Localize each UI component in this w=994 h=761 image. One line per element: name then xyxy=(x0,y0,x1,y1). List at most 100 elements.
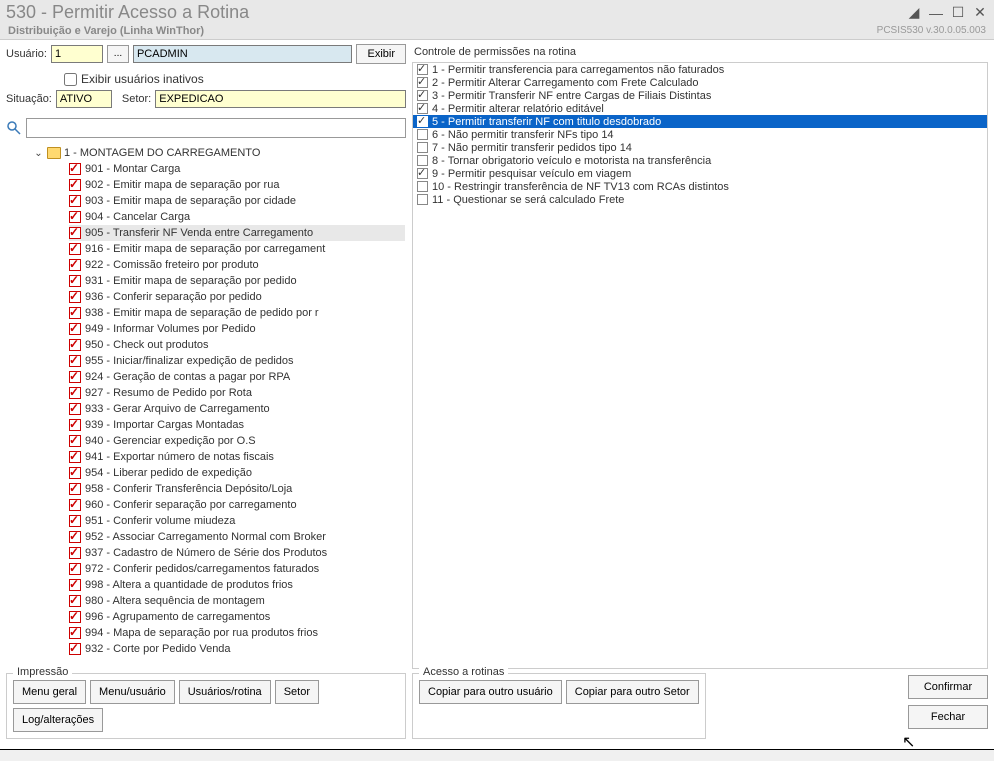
routine-tree[interactable]: ⌄ 1 - MONTAGEM DO CARREGAMENTO 901 - Mon… xyxy=(6,142,406,669)
situacao-input[interactable] xyxy=(56,90,112,108)
tree-item-checkbox[interactable] xyxy=(69,579,81,591)
tree-item[interactable]: 932 - Corte por Pedido Venda xyxy=(69,641,405,657)
tree-item[interactable]: 905 - Transferir NF Venda entre Carregam… xyxy=(69,225,405,241)
permission-checkbox[interactable] xyxy=(417,142,428,153)
tree-item[interactable]: 904 - Cancelar Carga xyxy=(69,209,405,225)
tree-item[interactable]: 933 - Gerar Arquivo de Carregamento xyxy=(69,401,405,417)
tree-item-checkbox[interactable] xyxy=(69,387,81,399)
tree-item-checkbox[interactable] xyxy=(69,403,81,415)
tree-item[interactable]: 950 - Check out produtos xyxy=(69,337,405,353)
tree-item[interactable]: 972 - Conferir pedidos/carregamentos fat… xyxy=(69,561,405,577)
permission-item[interactable]: 10 - Restringir transferência de NF TV13… xyxy=(413,180,987,193)
tree-item[interactable]: 940 - Gerenciar expedição por O.S xyxy=(69,433,405,449)
tree-item-checkbox[interactable] xyxy=(69,467,81,479)
confirmar-button[interactable]: Confirmar xyxy=(908,675,988,699)
usuarios-rotina-button[interactable]: Usuários/rotina xyxy=(179,680,271,704)
tree-item[interactable]: 958 - Conferir Transferência Depósito/Lo… xyxy=(69,481,405,497)
menu-geral-button[interactable]: Menu geral xyxy=(13,680,86,704)
tree-item[interactable]: 994 - Mapa de separação por rua produtos… xyxy=(69,625,405,641)
permission-checkbox[interactable] xyxy=(417,194,428,205)
permission-checkbox[interactable] xyxy=(417,168,428,179)
tree-item-checkbox[interactable] xyxy=(69,195,81,207)
tree-item[interactable]: 941 - Exportar número de notas fiscais xyxy=(69,449,405,465)
tree-item[interactable]: 954 - Liberar pedido de expedição xyxy=(69,465,405,481)
browse-user-button[interactable]: ... xyxy=(107,45,129,63)
permission-item[interactable]: 4 - Permitir alterar relatório editável xyxy=(413,102,987,115)
tree-item-checkbox[interactable] xyxy=(69,595,81,607)
usuario-id-input[interactable] xyxy=(51,45,103,63)
tree-item-checkbox[interactable] xyxy=(69,163,81,175)
tree-item-checkbox[interactable] xyxy=(69,243,81,255)
search-input[interactable] xyxy=(26,118,406,138)
permission-item[interactable]: 5 - Permitir transferir NF com titulo de… xyxy=(413,115,987,128)
tree-item-checkbox[interactable] xyxy=(69,515,81,527)
minimize-icon[interactable]: — xyxy=(928,5,944,21)
tree-item-checkbox[interactable] xyxy=(69,259,81,271)
copiar-usuario-button[interactable]: Copiar para outro usuário xyxy=(419,680,562,704)
tree-item-checkbox[interactable] xyxy=(69,179,81,191)
tree-item-checkbox[interactable] xyxy=(69,291,81,303)
permission-checkbox[interactable] xyxy=(417,90,428,101)
tree-item[interactable]: 998 - Altera a quantidade de produtos fr… xyxy=(69,577,405,593)
tree-item[interactable]: 996 - Agrupamento de carregamentos xyxy=(69,609,405,625)
tree-item-checkbox[interactable] xyxy=(69,451,81,463)
collapse-icon[interactable]: ⌄ xyxy=(33,148,44,159)
permission-item[interactable]: 8 - Tornar obrigatorio veículo e motoris… xyxy=(413,154,987,167)
tree-item[interactable]: 936 - Conferir separação por pedido xyxy=(69,289,405,305)
permission-item[interactable]: 7 - Não permitir transferir pedidos tipo… xyxy=(413,141,987,154)
tree-item-checkbox[interactable] xyxy=(69,339,81,351)
tree-item[interactable]: 902 - Emitir mapa de separação por rua xyxy=(69,177,405,193)
exibir-button[interactable]: Exibir xyxy=(356,44,406,64)
permission-item[interactable]: 6 - Não permitir transferir NFs tipo 14 xyxy=(413,128,987,141)
tree-item[interactable]: 939 - Importar Cargas Montadas xyxy=(69,417,405,433)
tree-item-checkbox[interactable] xyxy=(69,531,81,543)
tree-item[interactable]: 922 - Comissão freteiro por produto xyxy=(69,257,405,273)
permission-item[interactable]: 11 - Questionar se será calculado Frete xyxy=(413,193,987,206)
tree-item[interactable]: 901 - Montar Carga xyxy=(69,161,405,177)
tree-item[interactable]: 980 - Altera sequência de montagem xyxy=(69,593,405,609)
permissions-list[interactable]: 1 - Permitir transferencia para carregam… xyxy=(412,62,988,669)
tree-item-checkbox[interactable] xyxy=(69,419,81,431)
tree-item[interactable]: 938 - Emitir mapa de separação de pedido… xyxy=(69,305,405,321)
tree-item[interactable]: 903 - Emitir mapa de separação por cidad… xyxy=(69,193,405,209)
tree-item-checkbox[interactable] xyxy=(69,483,81,495)
setor-button[interactable]: Setor xyxy=(275,680,319,704)
help-icon[interactable]: ◢ xyxy=(906,5,922,21)
tree-item[interactable]: 952 - Associar Carregamento Normal com B… xyxy=(69,529,405,545)
tree-item[interactable]: 949 - Informar Volumes por Pedido xyxy=(69,321,405,337)
tree-item-checkbox[interactable] xyxy=(69,323,81,335)
permission-item[interactable]: 3 - Permitir Transferir NF entre Cargas … xyxy=(413,89,987,102)
permission-item[interactable]: 9 - Permitir pesquisar veículo em viagem xyxy=(413,167,987,180)
tree-item-checkbox[interactable] xyxy=(69,371,81,383)
close-icon[interactable]: ✕ xyxy=(972,5,988,21)
tree-item[interactable]: 927 - Resumo de Pedido por Rota xyxy=(69,385,405,401)
fechar-button[interactable]: Fechar xyxy=(908,705,988,729)
tree-item[interactable]: 931 - Emitir mapa de separação por pedid… xyxy=(69,273,405,289)
tree-item[interactable]: 937 - Cadastro de Número de Série dos Pr… xyxy=(69,545,405,561)
permission-checkbox[interactable] xyxy=(417,155,428,166)
permission-checkbox[interactable] xyxy=(417,181,428,192)
tree-item-checkbox[interactable] xyxy=(69,211,81,223)
tree-item-checkbox[interactable] xyxy=(69,643,81,655)
tree-parent-node[interactable]: ⌄ 1 - MONTAGEM DO CARREGAMENTO xyxy=(31,145,405,161)
log-alteracoes-button[interactable]: Log/alterações xyxy=(13,708,103,732)
menu-usuario-button[interactable]: Menu/usuário xyxy=(90,680,175,704)
setor-input[interactable] xyxy=(155,90,406,108)
tree-item-checkbox[interactable] xyxy=(69,499,81,511)
usuario-name-field[interactable] xyxy=(133,45,353,63)
tree-item[interactable]: 916 - Emitir mapa de separação por carre… xyxy=(69,241,405,257)
tree-item[interactable]: 924 - Geração de contas a pagar por RPA xyxy=(69,369,405,385)
permission-item[interactable]: 2 - Permitir Alterar Carregamento com Fr… xyxy=(413,76,987,89)
tree-item-checkbox[interactable] xyxy=(69,275,81,287)
tree-item-checkbox[interactable] xyxy=(69,227,81,239)
tree-item[interactable]: 960 - Conferir separação por carregament… xyxy=(69,497,405,513)
tree-item[interactable]: 951 - Conferir volume miudeza xyxy=(69,513,405,529)
tree-item[interactable]: 955 - Iniciar/finalizar expedição de ped… xyxy=(69,353,405,369)
maximize-icon[interactable]: ☐ xyxy=(950,5,966,21)
copiar-setor-button[interactable]: Copiar para outro Setor xyxy=(566,680,699,704)
permission-checkbox[interactable] xyxy=(417,103,428,114)
permission-checkbox[interactable] xyxy=(417,116,428,127)
tree-item-checkbox[interactable] xyxy=(69,563,81,575)
tree-item-checkbox[interactable] xyxy=(69,611,81,623)
permission-checkbox[interactable] xyxy=(417,129,428,140)
